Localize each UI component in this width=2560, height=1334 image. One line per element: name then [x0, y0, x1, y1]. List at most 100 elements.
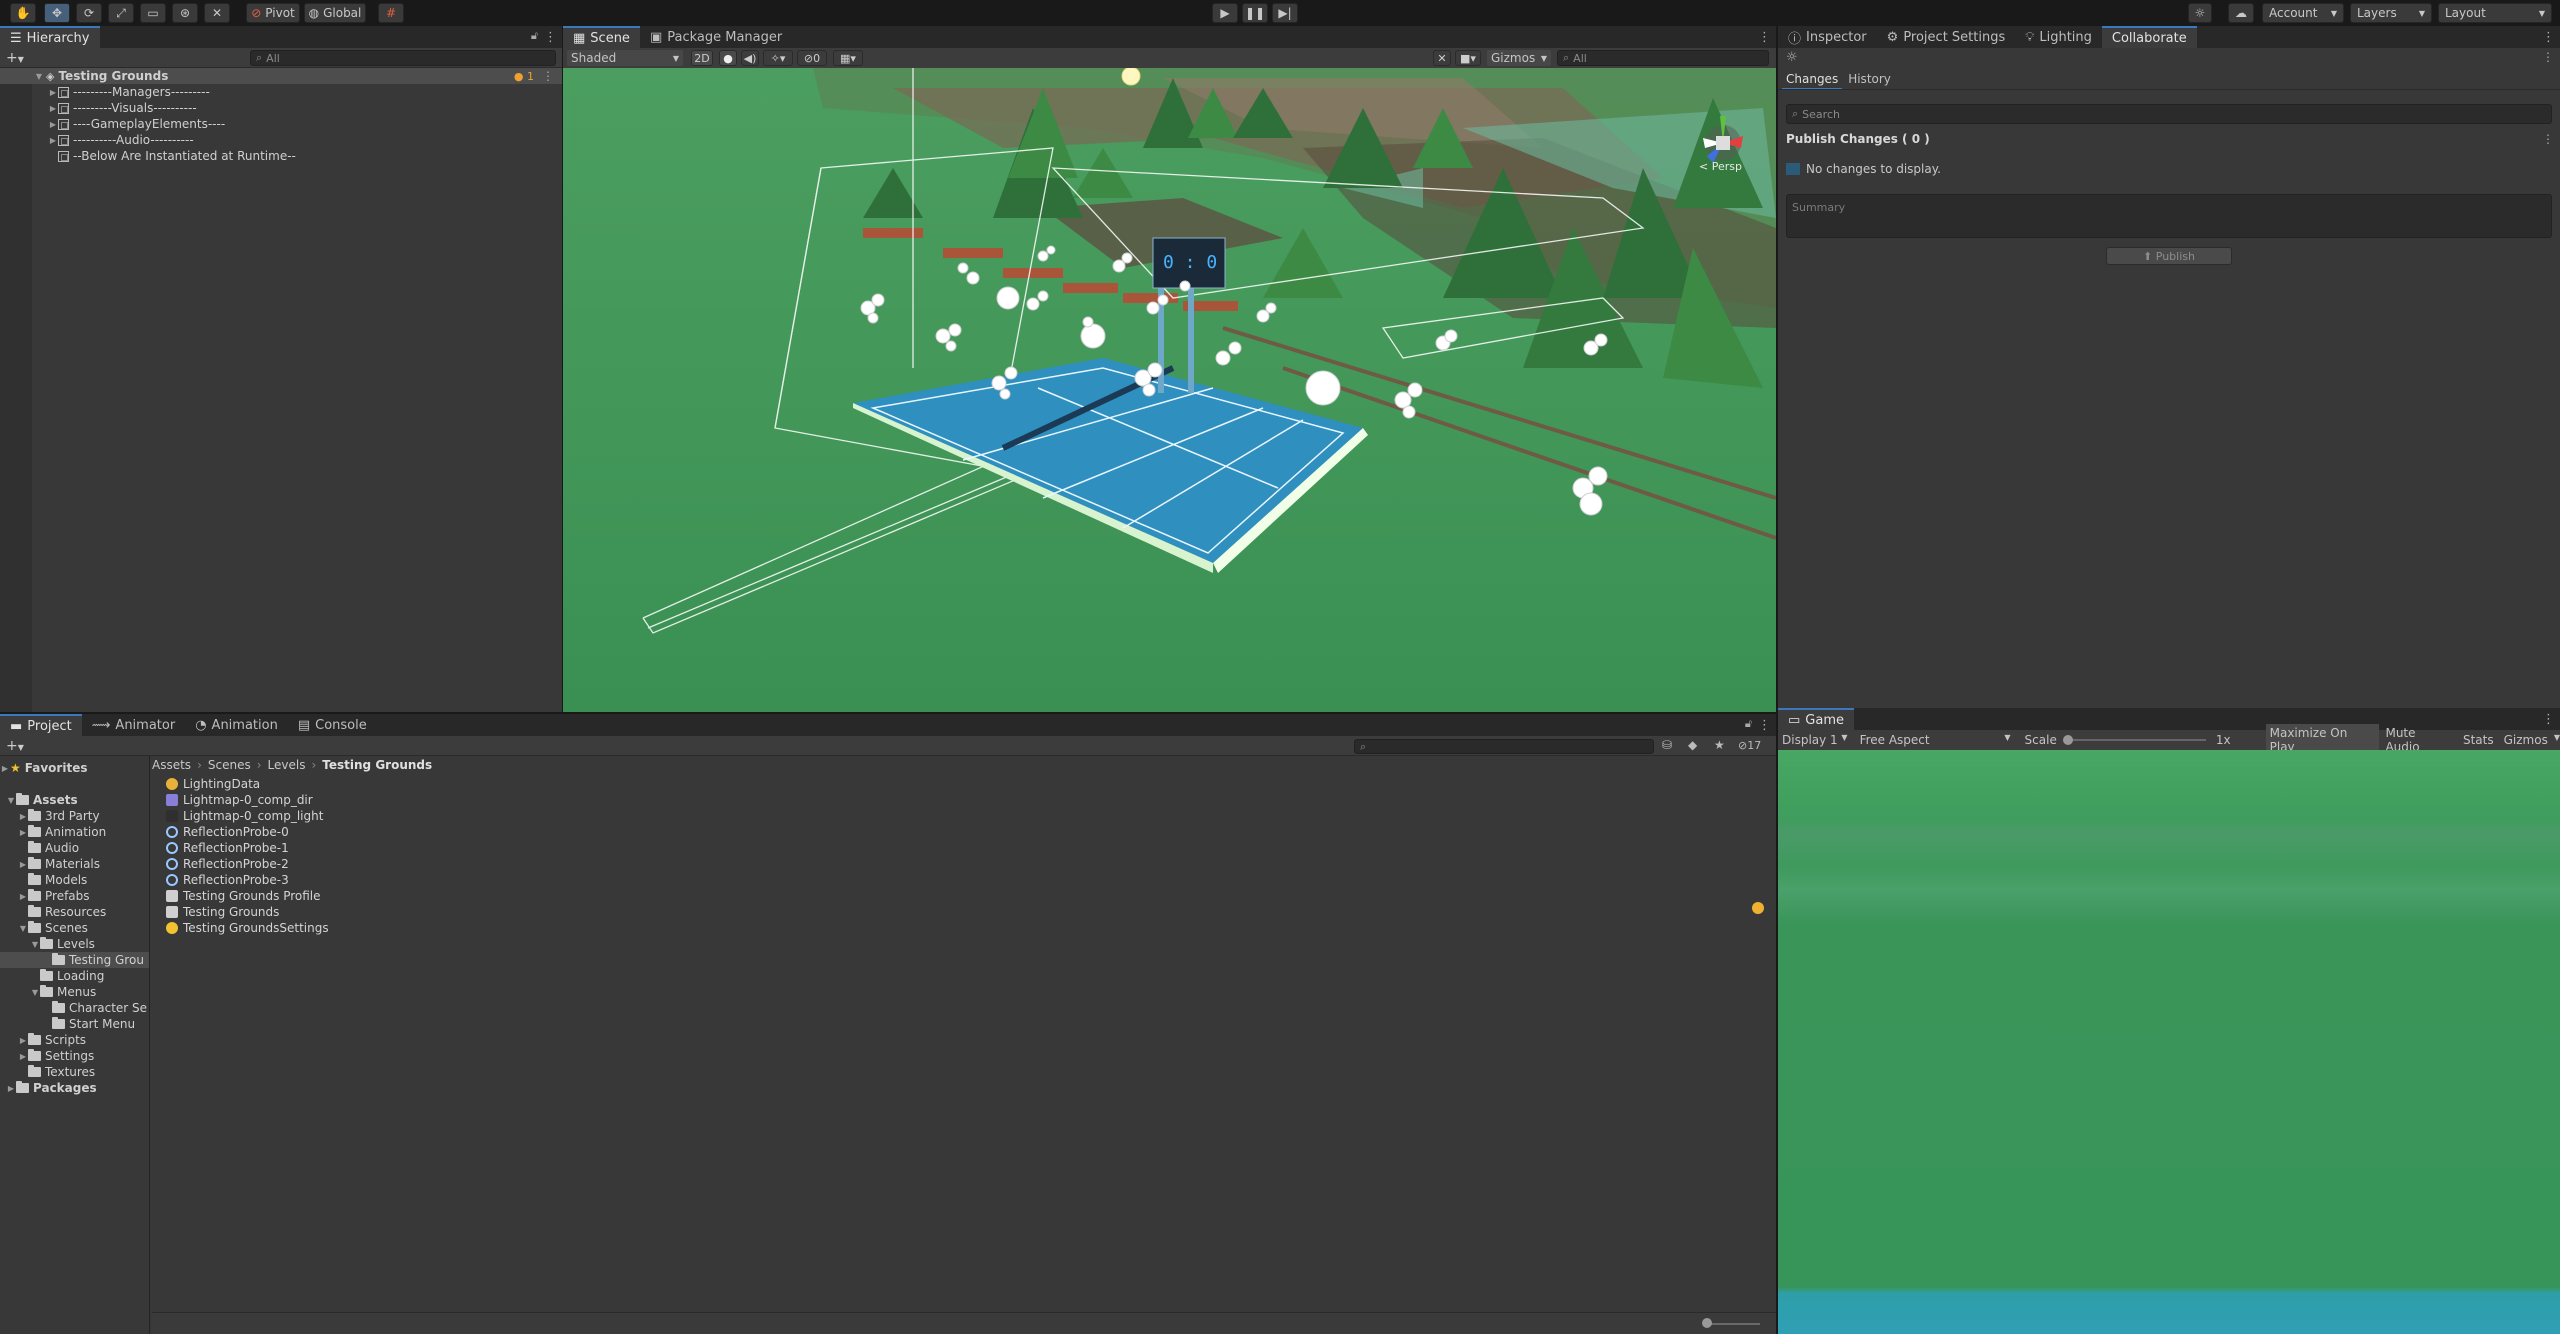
expand-arrow-icon[interactable]: ▶ — [0, 764, 10, 773]
folder-row[interactable]: ▶ Packages — [0, 1080, 149, 1096]
hierarchy-item[interactable]: --Below Are Instantiated at Runtime-- — [0, 148, 562, 164]
scale-tool-button[interactable]: ⤢ — [108, 3, 134, 23]
more-options-icon[interactable]: ⋮ — [2542, 30, 2555, 45]
asset-item[interactable]: ReflectionProbe-0 — [166, 824, 289, 840]
hierarchy-search-input[interactable]: ⌕ All — [250, 50, 556, 66]
folder-row[interactable]: Resources — [0, 904, 149, 920]
tab-collaborate[interactable]: Collaborate — [2101, 26, 2197, 48]
rotate-tool-button[interactable]: ⟳ — [76, 3, 102, 23]
asset-item[interactable]: Lightmap-0_comp_light — [166, 808, 323, 824]
expand-arrow-icon[interactable]: ▶ — [18, 828, 28, 837]
asset-item[interactable]: ReflectionProbe-1 — [166, 840, 289, 856]
folder-row[interactable]: Character Se — [0, 1000, 149, 1016]
collab-search-input[interactable]: ⌕ Search — [1786, 104, 2552, 124]
custom-tool-button[interactable]: ✕ — [204, 3, 230, 23]
scale-slider[interactable] — [2062, 732, 2208, 748]
2d-toggle[interactable]: 2D — [691, 50, 713, 66]
publish-button[interactable]: ⬆ Publish — [2106, 247, 2232, 265]
pivot-toggle[interactable]: ⊘ Pivot — [246, 3, 300, 23]
collab-status-icon[interactable] — [1752, 902, 1764, 914]
add-button[interactable]: +▼ — [6, 50, 24, 66]
asset-item[interactable]: Testing Grounds Profile — [166, 888, 321, 904]
expand-arrow-icon[interactable]: ▶ — [48, 136, 58, 145]
summary-input[interactable]: Summary — [1786, 194, 2552, 238]
more-options-icon[interactable]: ⋮ — [2542, 50, 2554, 64]
more-options-icon[interactable]: ⋮ — [2542, 712, 2555, 727]
create-button[interactable]: +▼ — [6, 738, 24, 754]
zoom-slider-track[interactable] — [1704, 1323, 1760, 1325]
tab-inspector[interactable]: ⓘ Inspector — [1778, 26, 1877, 48]
account-dropdown[interactable]: Account ▼ — [2262, 3, 2344, 23]
expand-arrow-icon[interactable]: ▶ — [48, 104, 58, 113]
filter-type-icon[interactable]: ⛁ — [1662, 738, 1672, 752]
asset-item[interactable]: ReflectionProbe-2 — [166, 856, 289, 872]
hierarchy-item[interactable]: ▶ ----GameplayElements---- — [0, 116, 562, 132]
favorites-row[interactable]: ▶ ★ Favorites — [0, 760, 149, 776]
camera-dropdown[interactable]: ■▾ — [1455, 50, 1481, 66]
tab-project[interactable]: ▬ Project — [0, 714, 82, 736]
expand-arrow-icon[interactable]: ▼ — [18, 924, 28, 933]
tab-animation[interactable]: ◔ Animation — [185, 714, 288, 736]
folder-row[interactable]: ▶ Settings — [0, 1048, 149, 1064]
lock-icon[interactable]: 🔓︎ — [531, 29, 538, 43]
tab-hierarchy[interactable]: ☰ Hierarchy — [0, 26, 100, 48]
global-toggle[interactable]: ◍ Global — [304, 3, 366, 23]
asset-item[interactable]: LightingData — [166, 776, 260, 792]
folder-row[interactable]: Textures — [0, 1064, 149, 1080]
folder-row[interactable]: ▼ Levels — [0, 936, 149, 952]
more-options-icon[interactable]: ⋮ — [2542, 132, 2554, 146]
layers-dropdown[interactable]: Layers ▼ — [2350, 3, 2432, 23]
expand-arrow-icon[interactable]: ▶ — [18, 860, 28, 869]
hierarchy-item[interactable]: ▶ ---------Managers--------- — [0, 84, 562, 100]
tab-lighting[interactable]: 💡︎ Lighting — [2015, 26, 2102, 48]
tab-animator[interactable]: ⟿ Animator — [82, 714, 185, 736]
subtab-changes[interactable]: Changes — [1782, 70, 1843, 90]
folder-row[interactable]: Loading — [0, 968, 149, 984]
zoom-slider-handle[interactable] — [1702, 1318, 1712, 1328]
folder-row[interactable]: ▶ Animation — [0, 824, 149, 840]
breadcrumb-item[interactable]: Testing Grounds — [322, 758, 432, 772]
scene-viewport[interactable]: 0 : 0 — [563, 68, 1776, 712]
lock-icon[interactable]: 🔓︎ — [1745, 717, 1752, 731]
hierarchy-item[interactable]: ▶ ----------Audio---------- — [0, 132, 562, 148]
expand-arrow-icon[interactable]: ▶ — [18, 892, 28, 901]
game-gizmos-dropdown[interactable]: Gizmos ▼ — [2504, 733, 2560, 747]
folder-row[interactable]: ▼ Scenes — [0, 920, 149, 936]
expand-arrow-icon[interactable]: ▼ — [34, 72, 44, 81]
services-button[interactable]: ☼ — [2188, 3, 2212, 23]
more-options-icon[interactable]: ⋮ — [544, 30, 557, 45]
grid-snap-button[interactable]: # — [378, 3, 404, 23]
tab-console[interactable]: ▤ Console — [288, 714, 377, 736]
hidden-objects-toggle[interactable]: ⊘ 0 — [797, 50, 827, 66]
expand-arrow-icon[interactable]: ▼ — [30, 988, 40, 997]
cloud-button[interactable]: ☁ — [2228, 3, 2254, 23]
expand-arrow-icon[interactable]: ▶ — [18, 1052, 28, 1061]
shading-mode-dropdown[interactable]: Shaded ▼ — [567, 50, 683, 66]
tools-toggle[interactable]: ✕ — [1433, 50, 1451, 66]
pause-button[interactable]: ❚❚ — [1242, 3, 1268, 23]
audio-toggle[interactable]: ◀) — [741, 50, 759, 66]
game-viewport[interactable] — [1778, 750, 2560, 1334]
layout-dropdown[interactable]: Layout ▼ — [2438, 3, 2552, 23]
folder-row[interactable]: ▶ Materials — [0, 856, 149, 872]
tab-game[interactable]: ▭ Game — [1778, 708, 1854, 730]
folder-row[interactable]: ▶ Scripts — [0, 1032, 149, 1048]
expand-arrow-icon[interactable]: ▼ — [30, 940, 40, 949]
gizmos-dropdown[interactable]: Gizmos ▼ — [1487, 50, 1551, 66]
scene-row[interactable]: ▼ ◈ Testing Grounds ● 1 ⋮ — [0, 68, 562, 84]
filter-label-icon[interactable]: ◆ — [1688, 738, 1697, 752]
tab-scene[interactable]: ▦ Scene — [563, 26, 640, 48]
display-dropdown[interactable]: Display 1 ▼ — [1778, 733, 1852, 747]
expand-arrow-icon[interactable]: ▶ — [6, 1084, 16, 1093]
scene-search-input[interactable]: ⌕ All — [1557, 50, 1769, 66]
grid-dropdown[interactable]: ▦▾ — [833, 50, 863, 66]
folder-row[interactable]: ▶ Prefabs — [0, 888, 149, 904]
more-options-icon[interactable]: ⋮ — [1758, 30, 1771, 45]
asset-item[interactable]: Lightmap-0_comp_dir — [166, 792, 313, 808]
hidden-packages-toggle[interactable]: ⊘17 — [1738, 739, 1761, 752]
transform-tool-button[interactable]: ⊛ — [172, 3, 198, 23]
more-options-icon[interactable]: ⋮ — [542, 69, 554, 83]
move-tool-button[interactable]: ✥ — [44, 3, 70, 23]
folder-row[interactable]: Audio — [0, 840, 149, 856]
folder-row[interactable]: Start Menu — [0, 1016, 149, 1032]
